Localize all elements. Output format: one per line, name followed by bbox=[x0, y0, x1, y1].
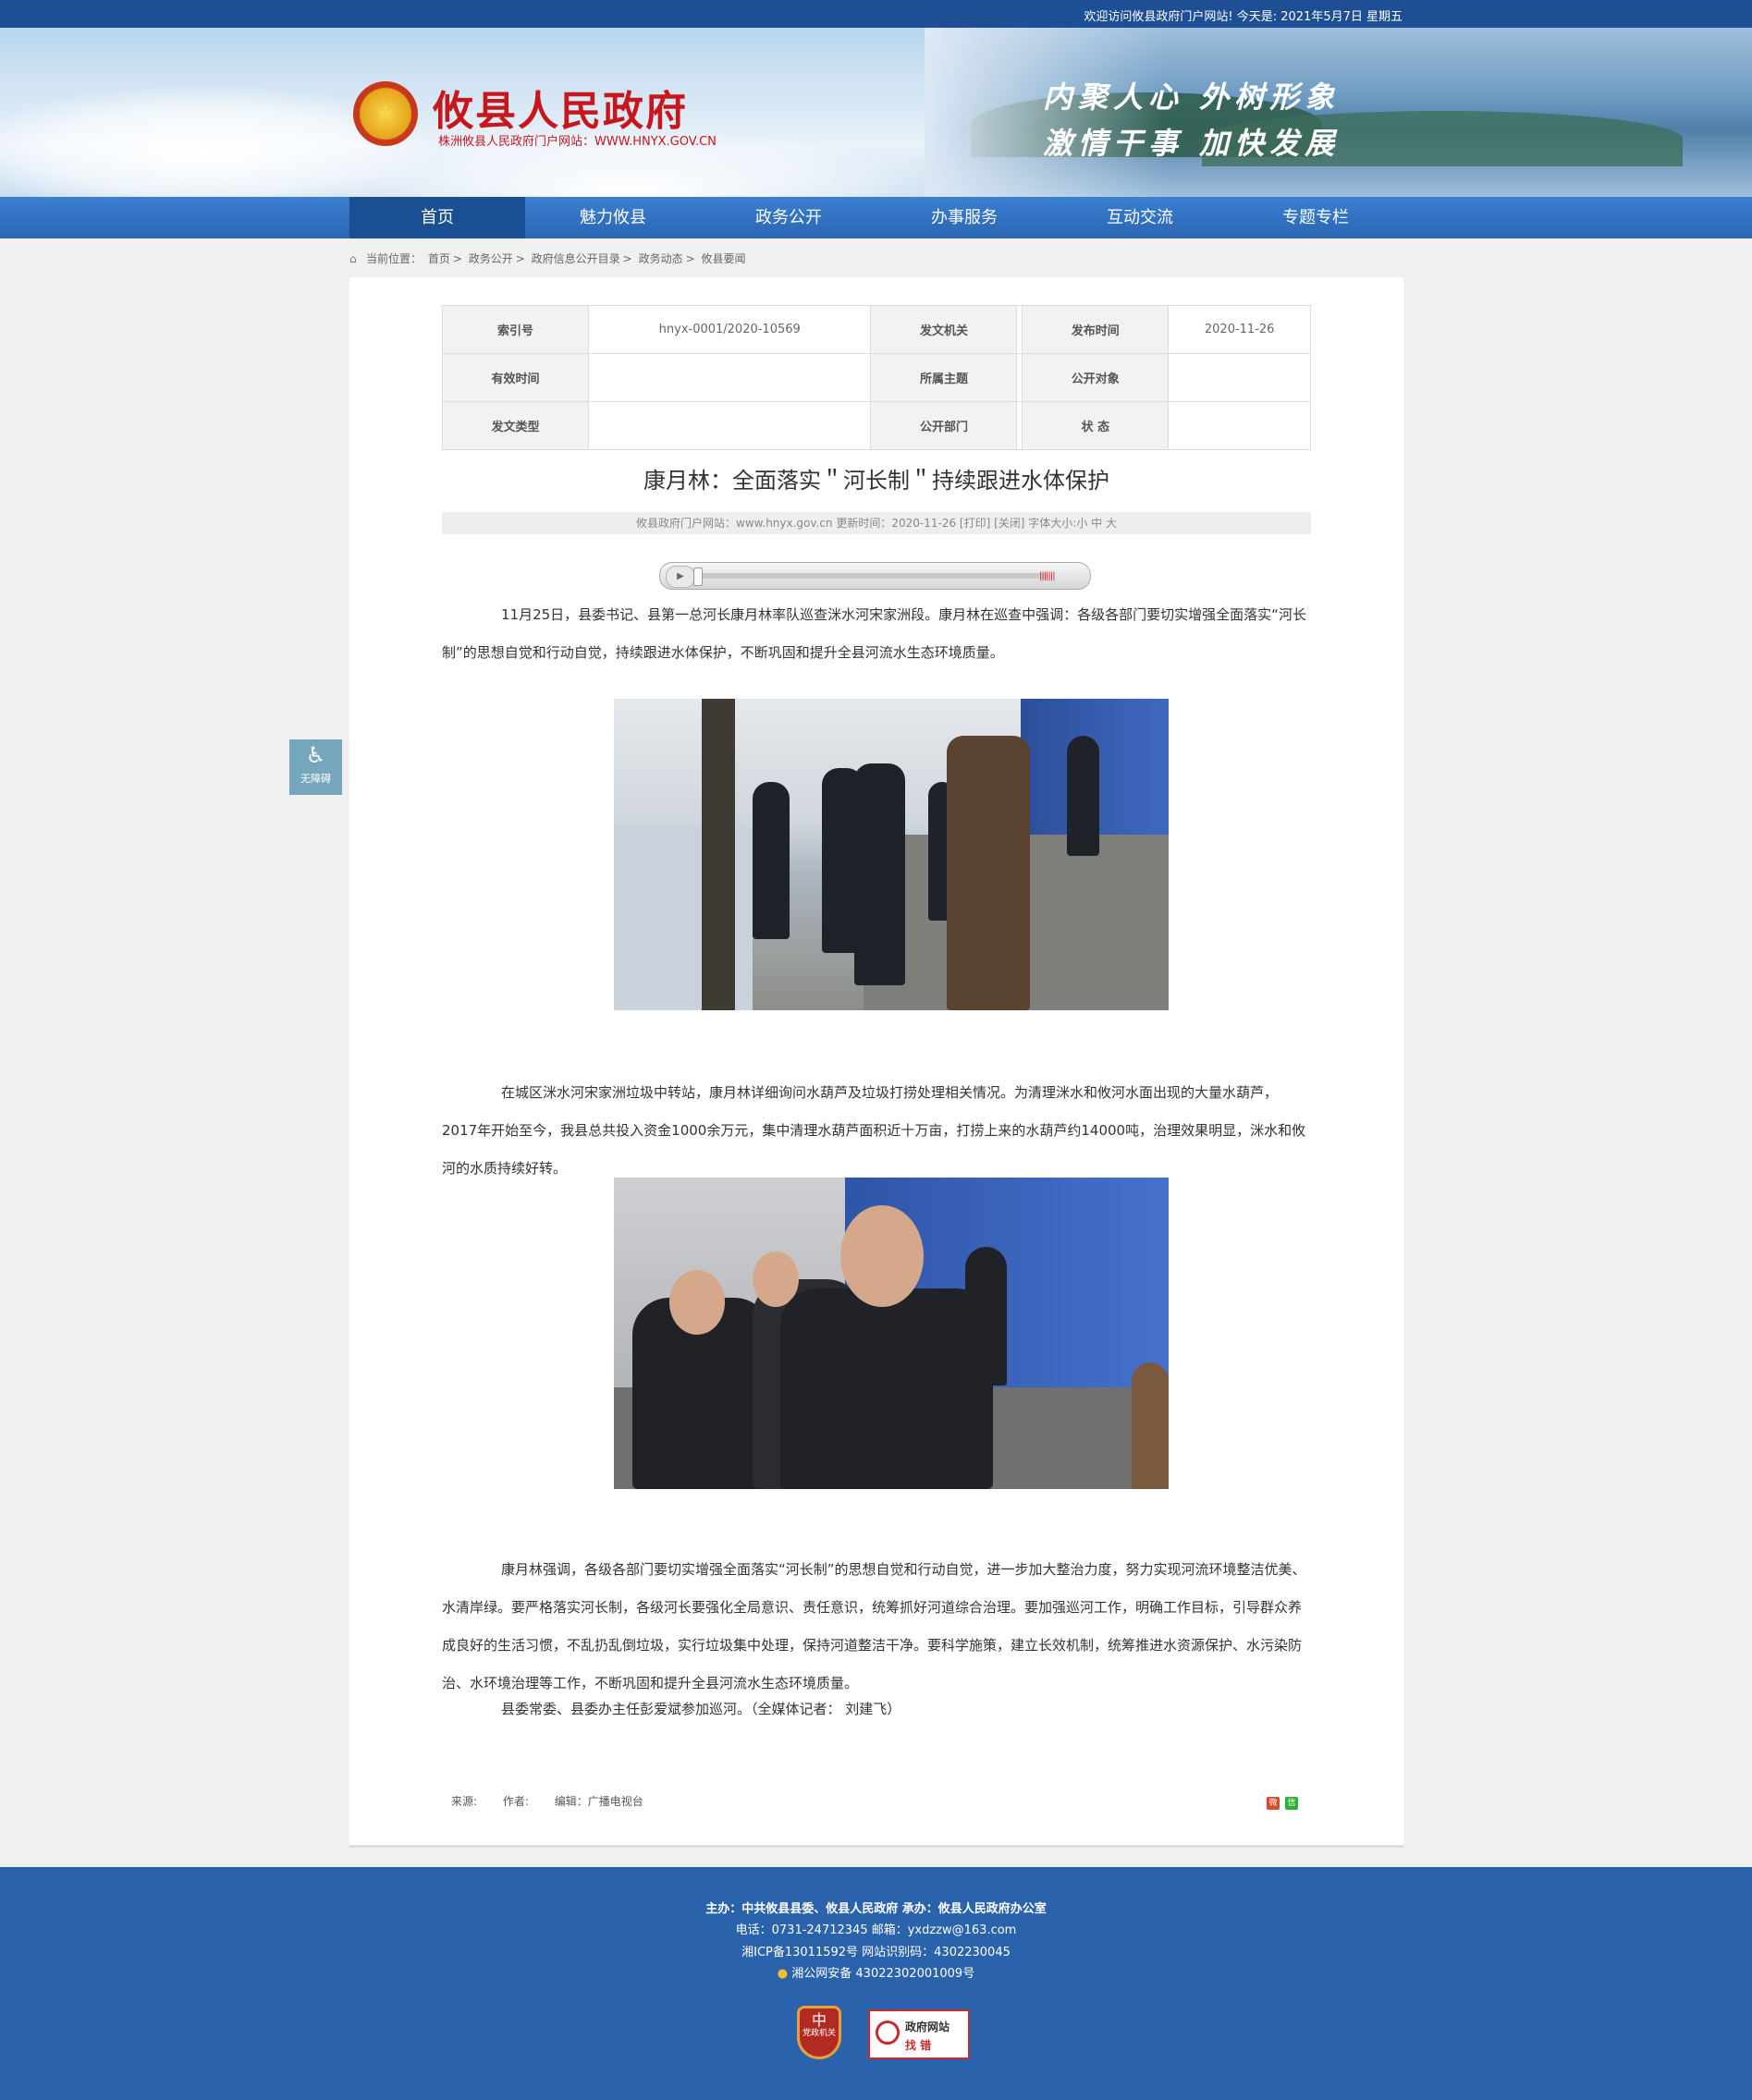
article-photo bbox=[614, 1178, 1169, 1489]
breadcrumb-link-home[interactable]: 首页 bbox=[428, 252, 450, 265]
police-badge-icon: ● bbox=[777, 1967, 789, 1981]
meta-value: 2020-11-26 bbox=[1168, 305, 1311, 354]
footer-icp[interactable]: 湘ICP备13011592号 网站识别码：4302230045 bbox=[0, 1942, 1752, 1960]
article-info-bar: 攸县政府门户网站：www.hnyx.gov.cn 更新时间：2020-11-26… bbox=[442, 512, 1311, 534]
meta-label: 有效时间 bbox=[442, 353, 589, 402]
article-photo bbox=[614, 699, 1169, 1010]
audio-progress-handle[interactable] bbox=[693, 568, 703, 586]
author-label: 作者: bbox=[502, 1795, 529, 1808]
weibo-share-icon[interactable]: 微 bbox=[1267, 1797, 1280, 1810]
accessibility-label: 无障碍 bbox=[300, 773, 331, 785]
meta-row: 有效时间 所属主题 公开对象 bbox=[442, 353, 1311, 402]
meta-value bbox=[1168, 401, 1311, 450]
article-paragraph: 县委常委、县委办主任彭爱斌参加巡河。（全媒体记者： 刘建飞） bbox=[501, 1701, 901, 1717]
main-nav-bar: 首页 魅力攸县 政务公开 办事服务 互动交流 专题专栏 bbox=[0, 197, 1752, 238]
badge-label: 党政机关 bbox=[802, 2029, 836, 2038]
nav-item-charm[interactable]: 魅力攸县 bbox=[525, 197, 701, 238]
magnifier-icon bbox=[876, 2021, 900, 2045]
article-panel: 索引号 hnyx-0001/2020-10569 发文机关 发布时间 2020-… bbox=[349, 277, 1403, 1848]
meta-label: 状 态 bbox=[1022, 401, 1170, 450]
meta-label: 索引号 bbox=[442, 305, 589, 354]
play-icon[interactable]: ▶ bbox=[666, 566, 695, 588]
nav-item-services[interactable]: 办事服务 bbox=[876, 197, 1052, 238]
audio-progress-track[interactable] bbox=[697, 573, 1048, 579]
meta-value: hnyx-0001/2020-10569 bbox=[587, 305, 872, 354]
breadcrumb-prefix: 当前位置： bbox=[366, 252, 423, 265]
site-title[interactable]: 攸县人民政府 bbox=[433, 78, 688, 137]
meta-value bbox=[587, 353, 872, 402]
source-label: 来源: bbox=[451, 1795, 478, 1808]
home-icon: ⌂ bbox=[349, 252, 357, 265]
volume-icon[interactable]: ||||||| bbox=[1039, 571, 1056, 581]
editor-label: 编辑：广播电视台 bbox=[554, 1795, 643, 1808]
breadcrumb-link-catalog[interactable]: 政府信息公开目录 bbox=[532, 252, 620, 265]
article-title: 康月林：全面落实＂河长制＂持续跟进水体保护 bbox=[643, 468, 1109, 494]
wheelchair-icon: ♿ bbox=[305, 742, 326, 768]
site-footer: 主办：中共攸县县委、攸县人民政府 承办：攸县人民政府办公室 电话：0731-24… bbox=[0, 1867, 1752, 2100]
footer-sponsor: 主办：中共攸县县委、攸县人民政府 承办：攸县人民政府办公室 bbox=[705, 1902, 1047, 1916]
meta-label: 发文类型 bbox=[442, 401, 589, 450]
footer-police-text: 湘公网安备 43022302001009号 bbox=[791, 1967, 975, 1981]
meta-label: 发布时间 bbox=[1022, 305, 1170, 354]
report-error-badge[interactable]: 政府网站 找 错 bbox=[868, 2009, 970, 2059]
badge-emblem-icon: 中 bbox=[811, 2011, 827, 2029]
nav-item-topics[interactable]: 专题专栏 bbox=[1228, 197, 1403, 238]
meta-row: 发文类型 公开部门 状 态 bbox=[442, 401, 1311, 450]
site-subtitle: 株洲攸县人民政府门户网站：WWW.HNYX.GOV.CN bbox=[438, 135, 717, 149]
breadcrumb-link-news[interactable]: 政务动态 bbox=[639, 252, 683, 265]
article-paragraph: 康月林强调，各级各部门要切实增强全面落实“河长制”的思想自觉和行动自觉，进一步加… bbox=[442, 1561, 1306, 1691]
top-bar: 欢迎访问攸县政府门户网站! 今天是: 2021年5月7日 星期五 bbox=[0, 0, 1752, 28]
badge-top-text: 政府网站 bbox=[905, 2021, 950, 2033]
welcome-text: 欢迎访问攸县政府门户网站! 今天是: 2021年5月7日 星期五 bbox=[1084, 10, 1403, 24]
meta-row: 索引号 hnyx-0001/2020-10569 发文机关 发布时间 2020-… bbox=[442, 305, 1311, 354]
party-gov-badge[interactable]: 中 党政机关 bbox=[797, 2006, 841, 2059]
footer-contact: 电话：0731-24712345 邮箱：yxdzzw@163.com bbox=[735, 1923, 1017, 1937]
article-footer-meta: 来源: 作者: 编辑：广播电视台 bbox=[451, 1793, 666, 1809]
slogan-line-2: 激情干事 加快发展 bbox=[1043, 126, 1341, 161]
meta-value bbox=[587, 401, 872, 450]
share-buttons: 微 信 bbox=[1267, 1797, 1298, 1810]
national-emblem-icon: ★ bbox=[353, 81, 418, 146]
nav-item-home[interactable]: 首页 bbox=[349, 197, 525, 238]
audio-player: ▶ ||||||| bbox=[659, 562, 1091, 590]
breadcrumb: ⌂ 当前位置： 首页 > 政务公开 > 政府信息公开目录 > 政务动态 > 攸县要闻 bbox=[349, 252, 746, 265]
footer-police-record[interactable]: ● 湘公网安备 43022302001009号 bbox=[0, 1963, 1752, 1981]
article-paragraph: 在城区洣水河宋家洲垃圾中转站，康月林详细询问水葫芦及垃圾打捞处理相关情况。为清理… bbox=[442, 1084, 1306, 1177]
slogan-line-1: 内聚人心 外树形象 bbox=[1043, 79, 1341, 115]
wechat-share-icon[interactable]: 信 bbox=[1285, 1797, 1298, 1810]
main-nav: 首页 魅力攸县 政务公开 办事服务 互动交流 专题专栏 bbox=[349, 197, 1403, 238]
breadcrumb-link-county-news[interactable]: 攸县要闻 bbox=[701, 252, 745, 265]
meta-label: 公开对象 bbox=[1022, 353, 1170, 402]
document-meta-table: 索引号 hnyx-0001/2020-10569 发文机关 发布时间 2020-… bbox=[442, 305, 1311, 450]
article-paragraph: 11月25日，县委书记、县第一总河长康月林率队巡查洣水河宋家洲段。康月林在巡查中… bbox=[442, 606, 1306, 661]
breadcrumb-link-gov-affairs[interactable]: 政务公开 bbox=[469, 252, 513, 265]
meta-label: 所属主题 bbox=[870, 353, 1018, 402]
meta-label: 发文机关 bbox=[870, 305, 1018, 354]
nav-item-gov-affairs[interactable]: 政务公开 bbox=[701, 197, 876, 238]
badge-bottom-text: 找 错 bbox=[905, 2039, 932, 2052]
meta-label: 公开部门 bbox=[870, 401, 1018, 450]
accessibility-button[interactable]: ♿ 无障碍 bbox=[289, 739, 342, 795]
nav-item-interaction[interactable]: 互动交流 bbox=[1052, 197, 1228, 238]
meta-value bbox=[1168, 353, 1311, 402]
header-banner bbox=[0, 28, 1752, 197]
